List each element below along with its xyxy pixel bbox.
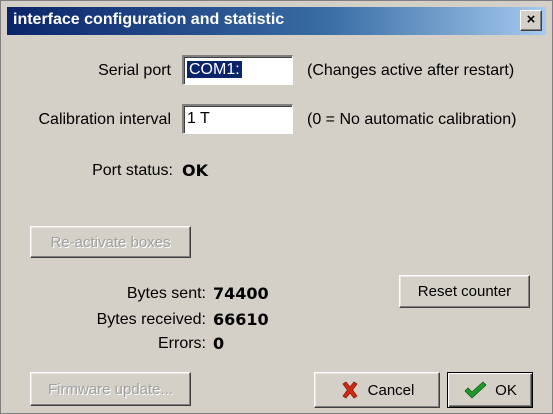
reset-counter-button[interactable]: Reset counter bbox=[399, 275, 530, 308]
bytes-received-label: Bytes received: bbox=[96, 311, 206, 328]
bytes-sent-label: Bytes sent: bbox=[126, 285, 206, 302]
config-dialog: interface configuration and statistic × … bbox=[0, 0, 553, 414]
errors-value: 0 bbox=[213, 334, 225, 353]
close-button[interactable]: × bbox=[520, 10, 542, 31]
cancel-label: Cancel bbox=[367, 381, 415, 399]
serial-port-label: Serial port bbox=[98, 62, 171, 79]
firmware-update-button[interactable]: Firmware update... bbox=[30, 372, 191, 406]
bytes-received-value: 66610 bbox=[213, 310, 269, 329]
serial-port-field[interactable]: COM1: bbox=[182, 55, 293, 85]
cancel-button[interactable]: Cancel bbox=[314, 372, 440, 408]
serial-port-note: (Changes active after restart) bbox=[307, 62, 515, 79]
port-status-label: Port status: bbox=[92, 162, 173, 179]
calibration-interval-field[interactable]: 1 T bbox=[182, 104, 293, 134]
errors-label: Errors: bbox=[158, 335, 206, 352]
calibration-interval-note: (0 = No automatic calibration) bbox=[307, 111, 517, 128]
x-mark-icon bbox=[342, 381, 358, 399]
ok-label: OK bbox=[495, 381, 517, 399]
checkmark-icon bbox=[464, 381, 487, 399]
title-bar[interactable]: interface configuration and statistic × bbox=[7, 7, 546, 35]
port-status-value: OK bbox=[182, 161, 208, 180]
close-icon: × bbox=[526, 11, 536, 28]
ok-button[interactable]: OK bbox=[447, 372, 533, 408]
calibration-interval-label: Calibration interval bbox=[38, 111, 171, 128]
bytes-sent-value: 74400 bbox=[213, 284, 269, 303]
reset-counter-label: Reset counter bbox=[417, 283, 512, 300]
reactivate-boxes-button[interactable]: Re-activate boxes bbox=[30, 226, 191, 258]
reactivate-boxes-label: Re-activate boxes bbox=[50, 233, 171, 251]
serial-port-value: COM1: bbox=[187, 61, 242, 78]
window-title: interface configuration and statistic bbox=[13, 11, 285, 28]
calibration-interval-value: 1 T bbox=[187, 110, 210, 127]
firmware-update-label: Firmware update... bbox=[47, 380, 174, 398]
